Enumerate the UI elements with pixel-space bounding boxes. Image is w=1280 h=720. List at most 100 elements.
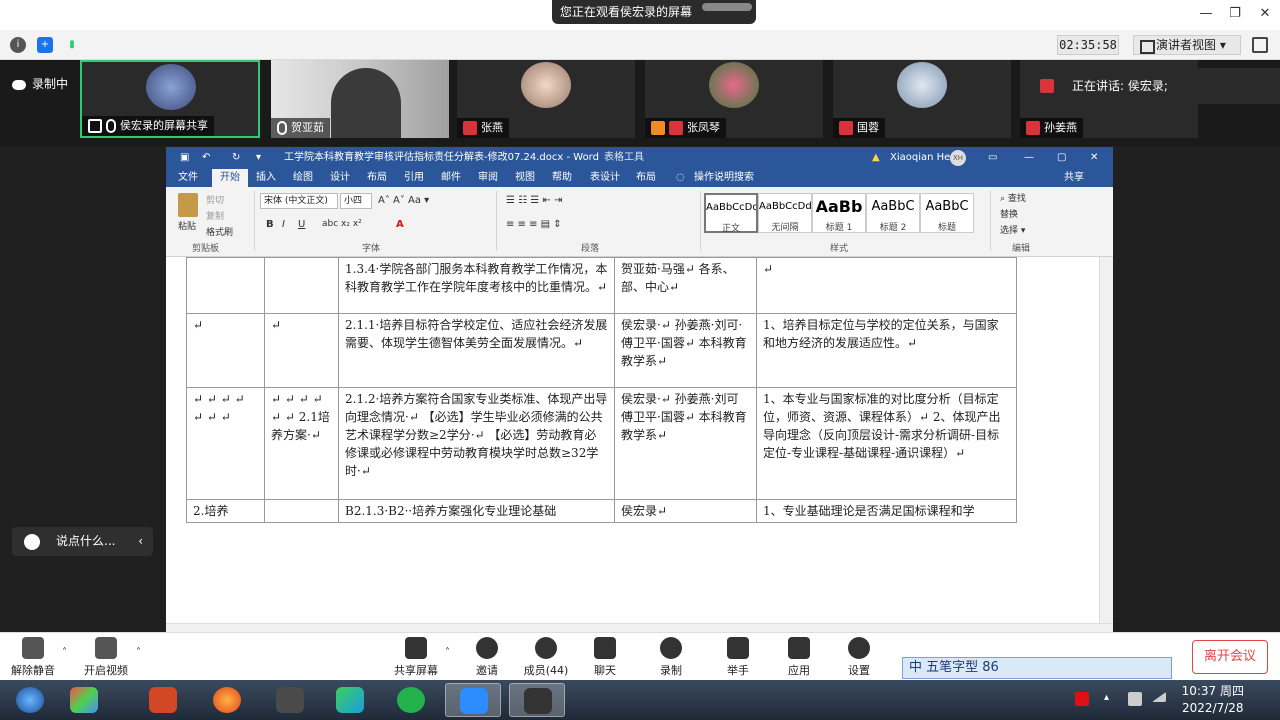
table-cell[interactable]: 侯宏录·↵ 孙姜燕·刘可·傅卫平·国蓉↵ 本科教育教学系↵	[614, 313, 757, 388]
table-cell[interactable]: 侯宏录·↵ 孙姜燕·刘可傅卫平·国蓉↵ 本科教育教学系↵	[614, 387, 757, 500]
style-no-spacing[interactable]: AaBbCcDdI 无间隔	[758, 193, 812, 233]
table-cell[interactable]: 2.1.2·培养方案符合国家专业类标准、体现产出导向理念情况·↵ 【必选】学生毕…	[338, 387, 615, 500]
record-button[interactable]: 录制	[641, 635, 701, 678]
vertical-scrollbar[interactable]	[1099, 257, 1113, 623]
tab-table-design[interactable]: 表设计	[590, 169, 620, 187]
collapse-arrow-icon[interactable]: ‹	[138, 527, 143, 556]
share-screen-button[interactable]: 共享屏幕	[386, 635, 446, 678]
chat-input-box[interactable]: 说点什么... ‹	[12, 527, 153, 556]
taskbar-clock[interactable]: 10:37 周四 2022/7/28	[1182, 683, 1244, 717]
bullets-icon[interactable]: ☰ ☷ ☰ ⇤ ⇥	[506, 195, 562, 206]
tray-expand-icon[interactable]: ▴	[1104, 692, 1118, 706]
taskbar-app[interactable]	[135, 683, 191, 717]
taskbar-app[interactable]	[262, 683, 318, 717]
ime-toolbar[interactable]: 中 五笔字型 86	[902, 657, 1172, 679]
table-cell[interactable]: 2.培养	[186, 499, 265, 523]
tab-design[interactable]: 设计	[330, 169, 350, 187]
tab-view[interactable]: 视图	[515, 169, 535, 187]
undo-icon[interactable]: ↶	[202, 147, 210, 169]
taskbar-app[interactable]	[199, 683, 255, 717]
tab-help[interactable]: 帮助	[552, 169, 572, 187]
user-name[interactable]: Xiaoqian He	[890, 147, 950, 169]
select-button[interactable]: 选择 ▾	[1000, 223, 1025, 236]
document-area[interactable]: 1.3.4·学院各部门服务本科教育教学工作情况，本科教育教学工作在学院年度考核中…	[166, 257, 1113, 623]
shield-icon[interactable]: +	[37, 37, 53, 53]
participant-tile[interactable]: 张凤琴	[645, 60, 823, 138]
style-heading-1[interactable]: AaBb 标题 1	[812, 193, 866, 233]
tray-alert-icon[interactable]	[1075, 692, 1089, 706]
font-size-select[interactable]: 小四	[340, 193, 372, 209]
taskbar-app-active[interactable]	[509, 683, 565, 717]
chat-button[interactable]: 聊天	[575, 635, 635, 678]
chevron-up-icon[interactable]: ˄	[445, 647, 450, 658]
redo-icon[interactable]: ↻	[232, 147, 240, 169]
apps-button[interactable]: 应用	[769, 635, 829, 678]
table-cell[interactable]	[264, 257, 339, 314]
table-cell[interactable]	[264, 499, 339, 523]
save-icon[interactable]: ▣	[180, 147, 189, 169]
unmute-button[interactable]: 解除静音	[3, 635, 63, 678]
search-icon[interactable]: ⌕	[1000, 194, 1008, 204]
fullscreen-icon[interactable]	[1252, 37, 1268, 53]
invite-button[interactable]: 邀请	[457, 635, 517, 678]
settings-button[interactable]: 设置	[829, 635, 889, 678]
raise-hand-button[interactable]: 举手	[708, 635, 768, 678]
participant-tile[interactable]: 张燕	[457, 60, 635, 138]
select-label[interactable]: 选择	[1000, 226, 1018, 236]
table-cell[interactable]	[186, 257, 265, 314]
copy-button[interactable]: 复制	[206, 209, 224, 222]
taskbar-app[interactable]	[322, 683, 378, 717]
participant-tile[interactable]: 侯宏录的屏幕共享	[80, 60, 260, 138]
paste-icon[interactable]	[178, 193, 198, 217]
table-cell[interactable]: 1、培养目标定位与学校的定位关系，与国家和地方经济的发展适应性。↵	[756, 313, 1017, 388]
signal-icon[interactable]: ▮	[64, 37, 80, 53]
maximize-icon[interactable]: ▢	[1057, 147, 1066, 169]
style-normal[interactable]: AaBbCcDdI 正文	[704, 193, 758, 234]
drag-handle-icon[interactable]	[702, 3, 752, 11]
table-cell[interactable]: ↵ ↵ ↵ ↵ ↵ ↵ ↵	[186, 387, 265, 500]
strikethrough-icon[interactable]: abc x₂ x²	[322, 219, 362, 229]
network-icon[interactable]	[1152, 692, 1166, 702]
tab-file[interactable]: 文件	[178, 169, 198, 187]
ribbon-display-icon[interactable]: ▭	[988, 147, 997, 169]
minimize-icon[interactable]: —	[1191, 6, 1221, 21]
table-cell[interactable]: 2.1.1·培养目标符合学校定位、适应社会经济发展需要、体现学生德智体美劳全面发…	[338, 313, 615, 388]
tab-draw[interactable]: 绘图	[293, 169, 313, 187]
replace-label[interactable]: 替换	[1000, 210, 1018, 220]
tab-home[interactable]: 开始	[212, 169, 248, 187]
table-cell[interactable]: 1、本专业与国家标准的对比度分析（目标定位，师资、资源、课程体系）↵ 2、体现产…	[756, 387, 1017, 500]
table-cell[interactable]: ↵	[756, 257, 1017, 314]
minimize-icon[interactable]: —	[1024, 147, 1034, 169]
italic-icon[interactable]: I	[282, 219, 285, 230]
style-heading-2[interactable]: AaBbC 标题 2	[866, 193, 920, 233]
table-cell[interactable]: ↵	[264, 313, 339, 388]
tab-mailings[interactable]: 邮件	[441, 169, 461, 187]
participant-tile[interactable]: 国蓉	[833, 60, 1011, 138]
share-button[interactable]: 共享	[1064, 169, 1084, 187]
tell-me-search[interactable]: 操作说明搜索	[694, 169, 754, 187]
align-icon[interactable]: ≡ ≡ ≡ ▤ ⇕	[506, 219, 562, 230]
chevron-up-icon[interactable]: ˄	[136, 647, 141, 658]
taskbar-app-active[interactable]	[445, 683, 501, 717]
table-cell[interactable]: 1.3.4·学院各部门服务本科教育教学工作情况，本科教育教学工作在学院年度考核中…	[338, 257, 615, 314]
quick-access-dropdown-icon[interactable]: ▾	[256, 147, 261, 169]
underline-icon[interactable]: U	[298, 219, 305, 230]
members-button[interactable]: 成员(44)	[516, 635, 576, 678]
leave-meeting-button[interactable]: 离开会议	[1192, 640, 1268, 674]
style-title[interactable]: AaBbC 标题	[920, 193, 974, 233]
restore-icon[interactable]: ❐	[1220, 6, 1250, 21]
tray-device-icon[interactable]	[1128, 692, 1142, 706]
close-icon[interactable]: ✕	[1090, 147, 1098, 169]
bold-icon[interactable]: B	[266, 219, 274, 230]
tab-review[interactable]: 审阅	[478, 169, 498, 187]
table-cell[interactable]: 贺亚茹·马强↵ 各系、部、中心↵	[614, 257, 757, 314]
tab-insert[interactable]: 插入	[256, 169, 276, 187]
close-icon[interactable]: ✕	[1250, 6, 1280, 21]
table-cell[interactable]: B2.1.3·B2··培养方案强化专业理论基础	[338, 499, 615, 523]
cut-button[interactable]: 剪切	[206, 193, 224, 206]
table-cell[interactable]: ↵	[186, 313, 265, 388]
tab-references[interactable]: 引用	[404, 169, 424, 187]
emoji-icon[interactable]	[24, 534, 40, 550]
start-button[interactable]	[2, 683, 58, 717]
participant-tile[interactable]: 贺亚茹	[271, 60, 449, 138]
